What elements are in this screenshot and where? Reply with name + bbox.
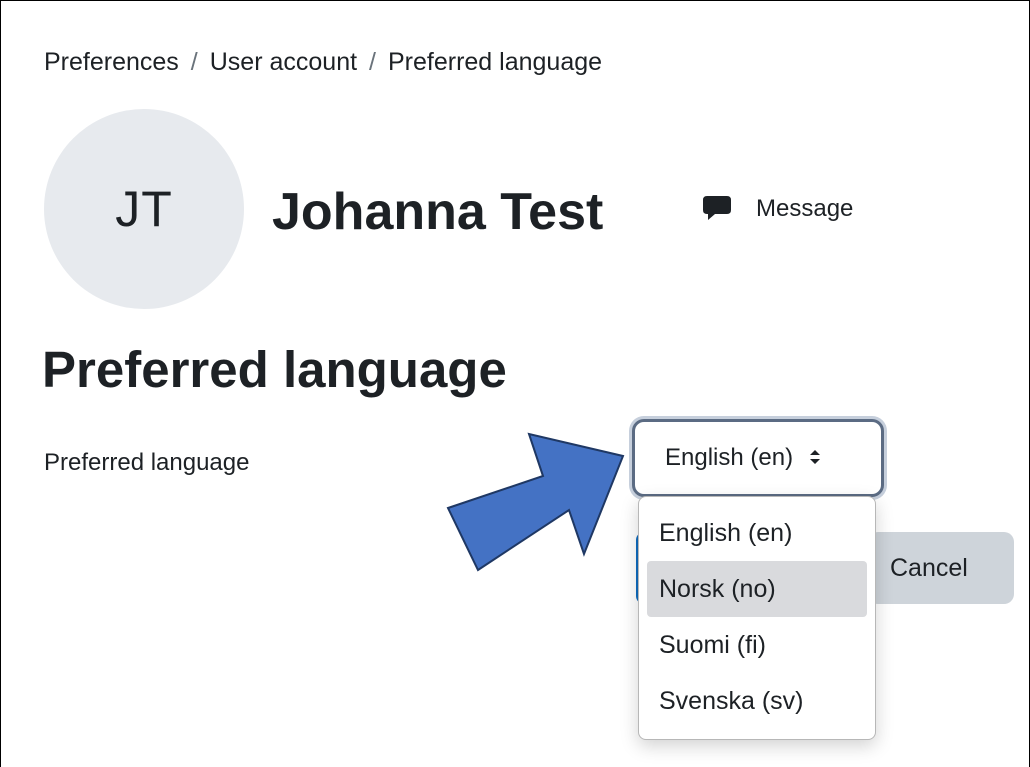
avatar: JT — [44, 109, 244, 309]
breadcrumb: Preferences / User account / Preferred langu… — [44, 48, 602, 77]
dropdown-option-suomi[interactable]: Suomi (fi) — [647, 617, 867, 673]
language-field-label: Preferred language — [44, 449, 250, 476]
breadcrumb-item-preferences[interactable]: Preferences — [44, 48, 179, 76]
dropdown-option-svenska[interactable]: Svenska (sv) — [647, 673, 867, 729]
language-select[interactable]: English (en) — [632, 419, 884, 497]
cancel-button[interactable]: Cancel — [868, 532, 1014, 604]
breadcrumb-separator: / — [369, 48, 376, 76]
page-title: Preferred language — [42, 341, 507, 398]
message-button[interactable]: Message — [702, 195, 853, 223]
message-label: Message — [756, 195, 854, 222]
language-dropdown-list: English (en) Norsk (no) Suomi (fi) Svens… — [638, 496, 876, 740]
user-name: Johanna Test — [272, 183, 604, 241]
dropdown-option-norsk[interactable]: Norsk (no) — [647, 561, 867, 617]
dropdown-option-english[interactable]: English (en) — [647, 505, 867, 561]
breadcrumb-item-preferred-language: Preferred language — [388, 48, 603, 76]
breadcrumb-item-user-account[interactable]: User account — [210, 48, 357, 76]
avatar-initials: JT — [115, 181, 173, 237]
speech-bubble-icon — [703, 196, 731, 220]
language-select-value: English (en) — [665, 444, 794, 471]
select-updown-icon — [809, 449, 821, 467]
breadcrumb-separator: / — [190, 48, 198, 76]
